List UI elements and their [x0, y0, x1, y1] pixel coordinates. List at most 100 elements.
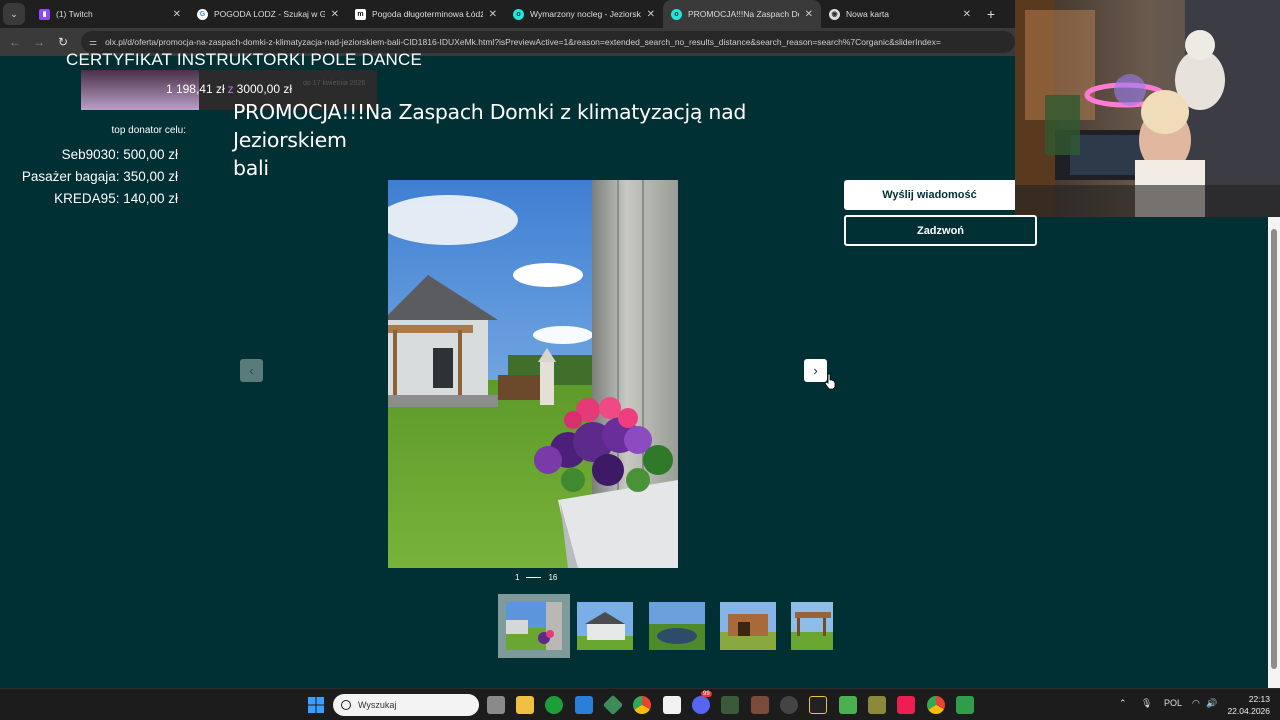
- house-photo: [388, 180, 678, 568]
- call-button[interactable]: Zadzwoń: [844, 215, 1037, 246]
- thumbnail-image: [577, 602, 633, 650]
- close-icon[interactable]: ✕: [489, 9, 497, 20]
- app-icon[interactable]: [721, 696, 739, 714]
- tab-title: (1) Twitch: [56, 9, 93, 19]
- tab-title: Pogoda długoterminowa Łódź: [372, 9, 483, 19]
- gallery-current: 1: [515, 573, 520, 582]
- weather-site-icon: m: [355, 8, 366, 20]
- goal-target: 3000,00 zł: [236, 82, 293, 96]
- windows-taskbar: Wyszukaj 99 ⌃ 🎙 POL ◠ 🔊 22:13 22.04.2026: [0, 688, 1280, 720]
- donor-list: Seb9030: 500,00 zł Pasażer bagaja: 350,0…: [22, 146, 178, 212]
- tab-title: PROMOCJA!!!Na Zaspach Domk: [688, 9, 799, 19]
- discord-badge: 99: [701, 691, 712, 697]
- tab-search-button[interactable]: ⌄: [3, 3, 25, 25]
- volume-icon[interactable]: 🔊: [1206, 698, 1217, 709]
- tab-weather[interactable]: m Pogoda długoterminowa Łódź ✕: [347, 0, 505, 28]
- minecraft-icon[interactable]: [839, 696, 857, 714]
- forward-button[interactable]: →: [27, 35, 51, 49]
- epic-icon[interactable]: [809, 696, 827, 714]
- tab-olx-listing[interactable]: o PROMOCJA!!!Na Zaspach Domk ✕: [663, 0, 821, 28]
- clock-time: 22:13: [1248, 694, 1270, 704]
- thumbnail-image: [720, 602, 776, 650]
- close-icon[interactable]: ✕: [805, 9, 813, 20]
- reload-button[interactable]: ↻: [51, 35, 75, 49]
- chrome-active-icon[interactable]: [927, 696, 945, 714]
- goal-progress-text: 1 198,41 zł z 3000,00 zł: [81, 82, 377, 96]
- donor-entry: KREDA95: 140,00 zł: [54, 191, 178, 206]
- launcher-icon[interactable]: [868, 696, 886, 714]
- close-icon[interactable]: ✕: [331, 9, 339, 20]
- thumbnail-5[interactable]: [791, 602, 833, 650]
- listing-title-line2: bali: [233, 156, 269, 180]
- site-info-icon[interactable]: ⚌: [89, 37, 97, 48]
- url-text: olx.pl/d/oferta/promocja-na-zaspach-domk…: [105, 37, 941, 47]
- main-gallery-photo[interactable]: [388, 180, 678, 568]
- goal-title: CERTYFIKAT INSTRUKTORKI POLE DANCE: [66, 50, 422, 69]
- twitch-icon: ▮: [39, 8, 50, 20]
- plus-icon: +: [986, 6, 996, 22]
- tab-new-tab[interactable]: ◉ Nowa karta ✕: [821, 0, 979, 28]
- sheets-icon[interactable]: [956, 696, 974, 714]
- chevron-down-icon: ⌄: [10, 8, 18, 19]
- gallery-total: 16: [548, 573, 558, 582]
- thumbnail-4[interactable]: [720, 602, 776, 650]
- chrome-taskbar-icon[interactable]: [633, 696, 651, 714]
- tab-title: Wymarzony nocleg - Jeziorsko: [530, 9, 641, 19]
- windows-start-icon[interactable]: [307, 696, 325, 714]
- capcut-icon[interactable]: [663, 696, 681, 714]
- gallery-counter: 1 16: [515, 573, 557, 582]
- counter-divider: [526, 577, 542, 578]
- tab-twitch[interactable]: ▮ (1) Twitch ✕: [31, 0, 189, 28]
- chevron-right-icon: ›: [813, 363, 818, 378]
- clock-date: 22.04.2026: [1227, 706, 1270, 716]
- goal-current: 1 198,41 zł: [165, 82, 225, 96]
- listing-title: PROMOCJA!!!Na Zaspach Domki z klimatyzac…: [233, 98, 853, 182]
- donor-entry: Seb9030: 500,00 zł: [61, 147, 178, 162]
- donor-entry: Pasażer bagaja: 350,00 zł: [21, 169, 178, 184]
- thumbnail-image: [506, 602, 562, 650]
- taskbar-search[interactable]: Wyszukaj: [333, 694, 479, 716]
- tab-title: POGODA LODZ - Szukaj w Goo: [214, 9, 325, 19]
- google-icon: G: [197, 8, 208, 20]
- close-icon[interactable]: ✕: [963, 9, 971, 20]
- taskbar-clock[interactable]: 22:13 22.04.2026: [1226, 693, 1270, 717]
- thumbnail-1[interactable]: [498, 594, 570, 658]
- tray-chevron-up-icon[interactable]: ⌃: [1119, 698, 1127, 709]
- send-message-button[interactable]: Wyślij wiadomość: [844, 180, 1015, 210]
- thumbnail-image: [649, 602, 705, 650]
- webcam-image: [1015, 0, 1280, 217]
- chrome-icon: ◉: [829, 8, 840, 20]
- wifi-icon[interactable]: ◠: [1192, 698, 1200, 709]
- gallery-prev-button[interactable]: ‹: [240, 359, 263, 382]
- close-icon[interactable]: ✕: [173, 9, 181, 20]
- listing-title-line1: PROMOCJA!!!Na Zaspach Domki z klimatyzac…: [233, 100, 747, 152]
- file-explorer-icon[interactable]: [516, 696, 534, 714]
- game-icon[interactable]: [751, 696, 769, 714]
- goal-separator: z: [227, 82, 234, 96]
- new-tab-button[interactable]: +: [979, 6, 1003, 22]
- arrow-right-icon: →: [33, 35, 45, 49]
- olx-icon: o: [671, 8, 682, 20]
- vscode-icon[interactable]: [575, 696, 593, 714]
- thumbnail-2[interactable]: [577, 602, 633, 650]
- tiktok-icon[interactable]: [897, 696, 915, 714]
- git-icon[interactable]: [602, 694, 624, 716]
- thumbnail-3[interactable]: [649, 602, 705, 650]
- microphone-icon[interactable]: 🎙: [1141, 698, 1152, 709]
- back-button[interactable]: ←: [3, 35, 27, 49]
- tab-title: Nowa karta: [846, 9, 889, 19]
- discord-icon[interactable]: 99: [692, 691, 712, 714]
- reload-icon: ↻: [57, 35, 69, 49]
- language-indicator[interactable]: POL: [1164, 698, 1182, 708]
- tab-olx-jeziorsko[interactable]: o Wymarzony nocleg - Jeziorsko ✕: [505, 0, 663, 28]
- xbox-icon[interactable]: [545, 696, 563, 714]
- taskbar-search-placeholder: Wyszukaj: [358, 700, 397, 710]
- olx-icon: o: [513, 8, 524, 20]
- scrollbar-thumb[interactable]: [1271, 229, 1277, 669]
- task-view-icon[interactable]: [487, 696, 505, 714]
- page-scrollbar[interactable]: [1268, 217, 1280, 688]
- tab-google-search[interactable]: G POGODA LODZ - Szukaj w Goo ✕: [189, 0, 347, 28]
- steam-icon[interactable]: [780, 696, 798, 714]
- close-icon[interactable]: ✕: [647, 9, 655, 20]
- search-icon: [341, 700, 351, 710]
